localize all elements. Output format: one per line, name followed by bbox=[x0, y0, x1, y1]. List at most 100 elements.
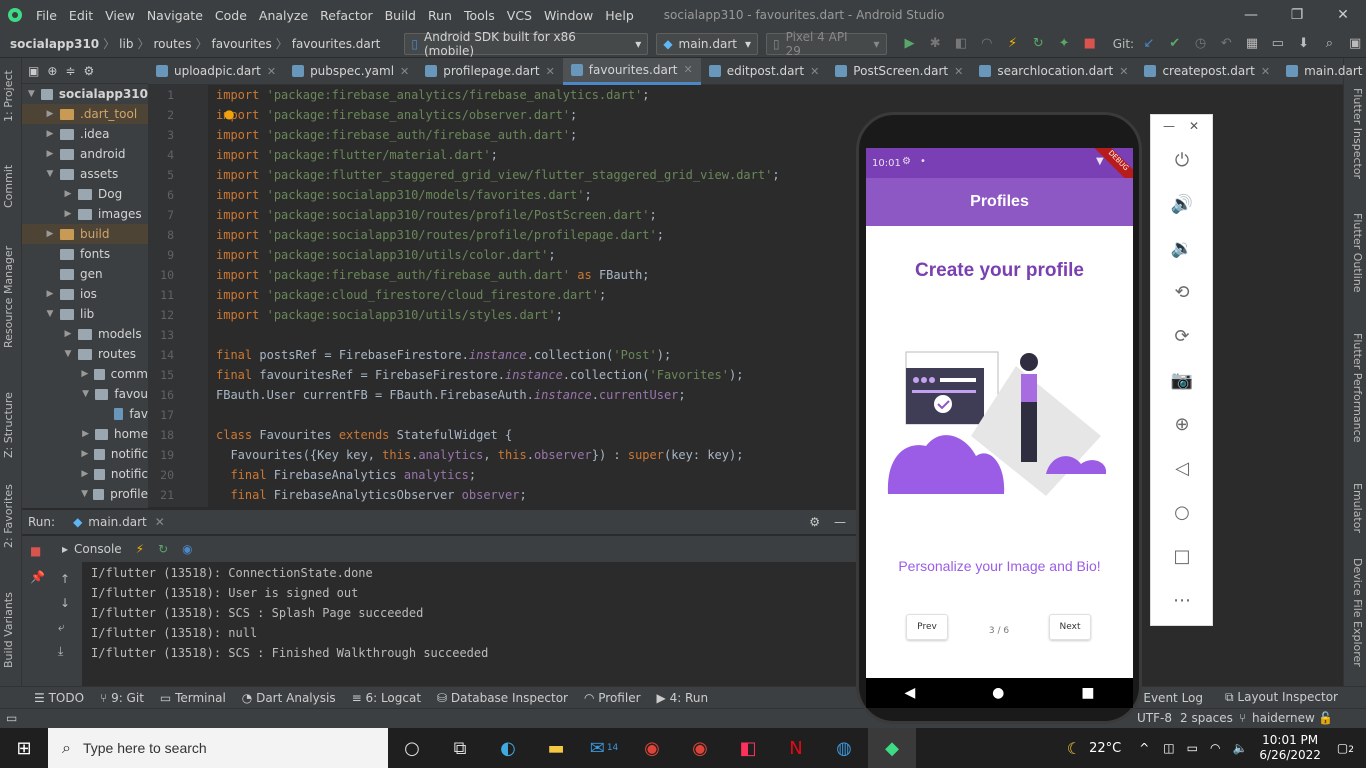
chrome-icon[interactable]: ◉ bbox=[628, 728, 676, 768]
tree-item[interactable]: ▼ profile bbox=[22, 484, 148, 504]
close-icon[interactable]: ✕ bbox=[400, 65, 409, 78]
close-icon[interactable]: ✕ bbox=[155, 515, 165, 529]
code-line[interactable]: import 'package:flutter_staggered_grid_v… bbox=[216, 168, 780, 182]
breadcrumb-item[interactable]: routes bbox=[149, 37, 195, 51]
tray-chevron-icon[interactable]: ^ bbox=[1139, 741, 1149, 755]
minimize-button[interactable]: — bbox=[1228, 7, 1274, 23]
cortana-icon[interactable]: ○ bbox=[388, 728, 436, 768]
scroll-to-end-icon[interactable]: ⤓ bbox=[58, 644, 63, 659]
editor-tab[interactable]: createpost.dart ✕ bbox=[1136, 58, 1278, 85]
android-studio-icon[interactable]: ◆ bbox=[868, 728, 916, 768]
minimize-icon[interactable]: — bbox=[834, 515, 846, 529]
code-line[interactable]: class Favourites extends StatefulWidget … bbox=[216, 428, 512, 442]
edge-icon[interactable]: ◐ bbox=[484, 728, 532, 768]
settings-icon[interactable]: ⚙ bbox=[83, 64, 94, 78]
stop-icon[interactable]: ■ bbox=[30, 544, 41, 558]
menu-file[interactable]: File bbox=[30, 8, 63, 23]
menu-tools[interactable]: Tools bbox=[458, 8, 501, 23]
hot-reload-icon[interactable]: ⚡ bbox=[1002, 33, 1024, 55]
start-icon[interactable]: ⊞ bbox=[0, 728, 48, 768]
network-icon[interactable]: ◫ bbox=[1163, 741, 1174, 755]
app-icon[interactable]: ◍ bbox=[820, 728, 868, 768]
overview-icon[interactable]: ■ bbox=[1081, 685, 1094, 701]
volume-icon[interactable]: 🔈 bbox=[1232, 741, 1247, 755]
code-line[interactable]: final FirebaseAnalyticsObserver observer… bbox=[216, 488, 526, 502]
git-branch-status[interactable]: haidernew bbox=[1252, 711, 1315, 725]
device-selector[interactable]: ▯ Android SDK built for x86 (mobile) ▾ bbox=[404, 30, 649, 58]
bottom-tool-profiler[interactable]: ◠ Profiler bbox=[576, 691, 649, 705]
tree-item[interactable]: ▶ home bbox=[22, 424, 148, 444]
tool-tab-device-file-explorer[interactable]: Device File Explorer bbox=[1351, 558, 1364, 667]
run-config-selector[interactable]: ◆ main.dart ▾ bbox=[656, 32, 758, 55]
tree-item[interactable]: ▶ Dog bbox=[22, 184, 148, 204]
close-icon[interactable]: ✕ bbox=[1261, 65, 1270, 78]
code-line[interactable]: import 'package:socialapp310/utils/color… bbox=[216, 248, 556, 262]
home-icon[interactable]: ○ bbox=[1170, 501, 1194, 525]
code-line[interactable]: final FirebaseAnalytics analytics; bbox=[216, 468, 476, 482]
git-rollback-icon[interactable]: ↶ bbox=[1215, 33, 1237, 55]
tree-item[interactable]: ▶ ios bbox=[22, 284, 148, 304]
tree-item[interactable]: ▼ lib bbox=[22, 304, 148, 324]
collapse-icon[interactable]: ≑ bbox=[65, 64, 75, 78]
battery-icon[interactable]: ▭ bbox=[1187, 741, 1198, 755]
menu-navigate[interactable]: Navigate bbox=[141, 8, 209, 23]
editor-tab[interactable]: uploadpic.dart ✕ bbox=[148, 58, 284, 85]
menu-code[interactable]: Code bbox=[209, 8, 253, 23]
menu-build[interactable]: Build bbox=[379, 8, 422, 23]
git-update-icon[interactable]: ↙ bbox=[1138, 33, 1160, 55]
tree-item[interactable]: ▶ android bbox=[22, 144, 148, 164]
encoding-status[interactable]: UTF-8 bbox=[1137, 711, 1172, 725]
back-icon[interactable]: ◁ bbox=[1170, 457, 1194, 481]
code-line[interactable]: import 'package:cloud_firestore/cloud_fi… bbox=[216, 288, 606, 302]
tool-tab-emulator[interactable]: Emulator bbox=[1351, 483, 1364, 533]
console-line[interactable]: I/flutter (13518): null bbox=[91, 626, 257, 640]
breadcrumb-item[interactable]: favourites.dart bbox=[288, 37, 385, 51]
tree-item[interactable]: fav bbox=[22, 404, 148, 424]
tree-item[interactable]: fonts bbox=[22, 244, 148, 264]
editor-tab[interactable]: editpost.dart ✕ bbox=[701, 58, 828, 85]
code-line[interactable]: import 'package:firebase_auth/firebase_a… bbox=[216, 128, 577, 142]
netflix-icon[interactable]: N bbox=[772, 728, 820, 768]
code-line[interactable]: final favouritesRef = FirebaseFirestore.… bbox=[216, 368, 743, 382]
breadcrumb-item[interactable]: lib bbox=[115, 37, 137, 51]
hot-restart-icon[interactable]: ↻ bbox=[1027, 33, 1049, 55]
tool-tab-resource-manager[interactable]: Resource Manager bbox=[2, 246, 15, 348]
tool-tab-commit[interactable]: Commit bbox=[2, 165, 15, 208]
tree-item[interactable]: ▶ build bbox=[22, 224, 148, 244]
close-icon[interactable]: ✕ bbox=[546, 65, 555, 78]
status-icon[interactable]: ▭ bbox=[6, 711, 17, 725]
code-line[interactable]: import 'package:socialapp310/utils/style… bbox=[216, 308, 563, 322]
tool-tab-project[interactable]: 1: Project bbox=[2, 70, 15, 122]
console-tab[interactable]: Console bbox=[74, 542, 122, 556]
menu-window[interactable]: Window bbox=[538, 8, 599, 23]
run-icon[interactable]: ▶ bbox=[899, 33, 921, 55]
console-line[interactable]: I/flutter (13518): ConnectionState.done bbox=[91, 566, 373, 580]
git-history-icon[interactable]: ◷ bbox=[1190, 33, 1212, 55]
close-icon[interactable]: ✕ bbox=[683, 63, 692, 76]
tree-item[interactable]: ▶ .idea bbox=[22, 124, 148, 144]
code-editor[interactable]: 1 2 3 4 5 6 7 8 9 10 11 12 13 14 15 16 17 18 19 20 21 import… bbox=[148, 85, 856, 507]
tree-item[interactable]: ▶ comm bbox=[22, 364, 148, 384]
sdk-manager-icon[interactable]: ⬇ bbox=[1293, 33, 1315, 55]
mail-icon[interactable]: ✉ 14 bbox=[580, 728, 628, 768]
project-structure-icon[interactable]: ▦ bbox=[1241, 33, 1263, 55]
tree-item[interactable]: ▶ .dart_tool bbox=[22, 104, 148, 124]
tree-item[interactable]: ▶ notific bbox=[22, 444, 148, 464]
power-icon[interactable]: ⏻ bbox=[1170, 149, 1194, 173]
file-explorer-icon[interactable]: ▬ bbox=[532, 728, 580, 768]
tool-tab-build-variants[interactable]: Build Variants bbox=[2, 592, 15, 668]
soft-wrap-icon[interactable]: ⤶ bbox=[58, 620, 65, 635]
close-icon[interactable]: ✕ bbox=[1189, 119, 1199, 133]
layout-inspector-button[interactable]: ⧉ Layout Inspector bbox=[1217, 690, 1346, 705]
editor-tab[interactable]: favourites.dart ✕ bbox=[562, 57, 701, 85]
code-line[interactable]: FBauth.User currentFB = FBauth.FirebaseA… bbox=[216, 388, 686, 402]
editor-tab[interactable]: searchlocation.dart ✕ bbox=[971, 58, 1136, 85]
arrow-down-icon[interactable]: ↓ bbox=[60, 596, 70, 610]
overview-icon[interactable]: □ bbox=[1170, 545, 1194, 569]
project-view-icon[interactable]: ▣ bbox=[28, 64, 39, 78]
editor-tab[interactable]: pubspec.yaml ✕ bbox=[284, 58, 417, 85]
tree-item[interactable]: gen bbox=[22, 264, 148, 284]
breadcrumb-item[interactable]: favourites bbox=[207, 37, 275, 51]
debug-icon[interactable]: ✱ bbox=[924, 33, 946, 55]
search-icon[interactable]: ⌕ bbox=[1318, 33, 1340, 55]
